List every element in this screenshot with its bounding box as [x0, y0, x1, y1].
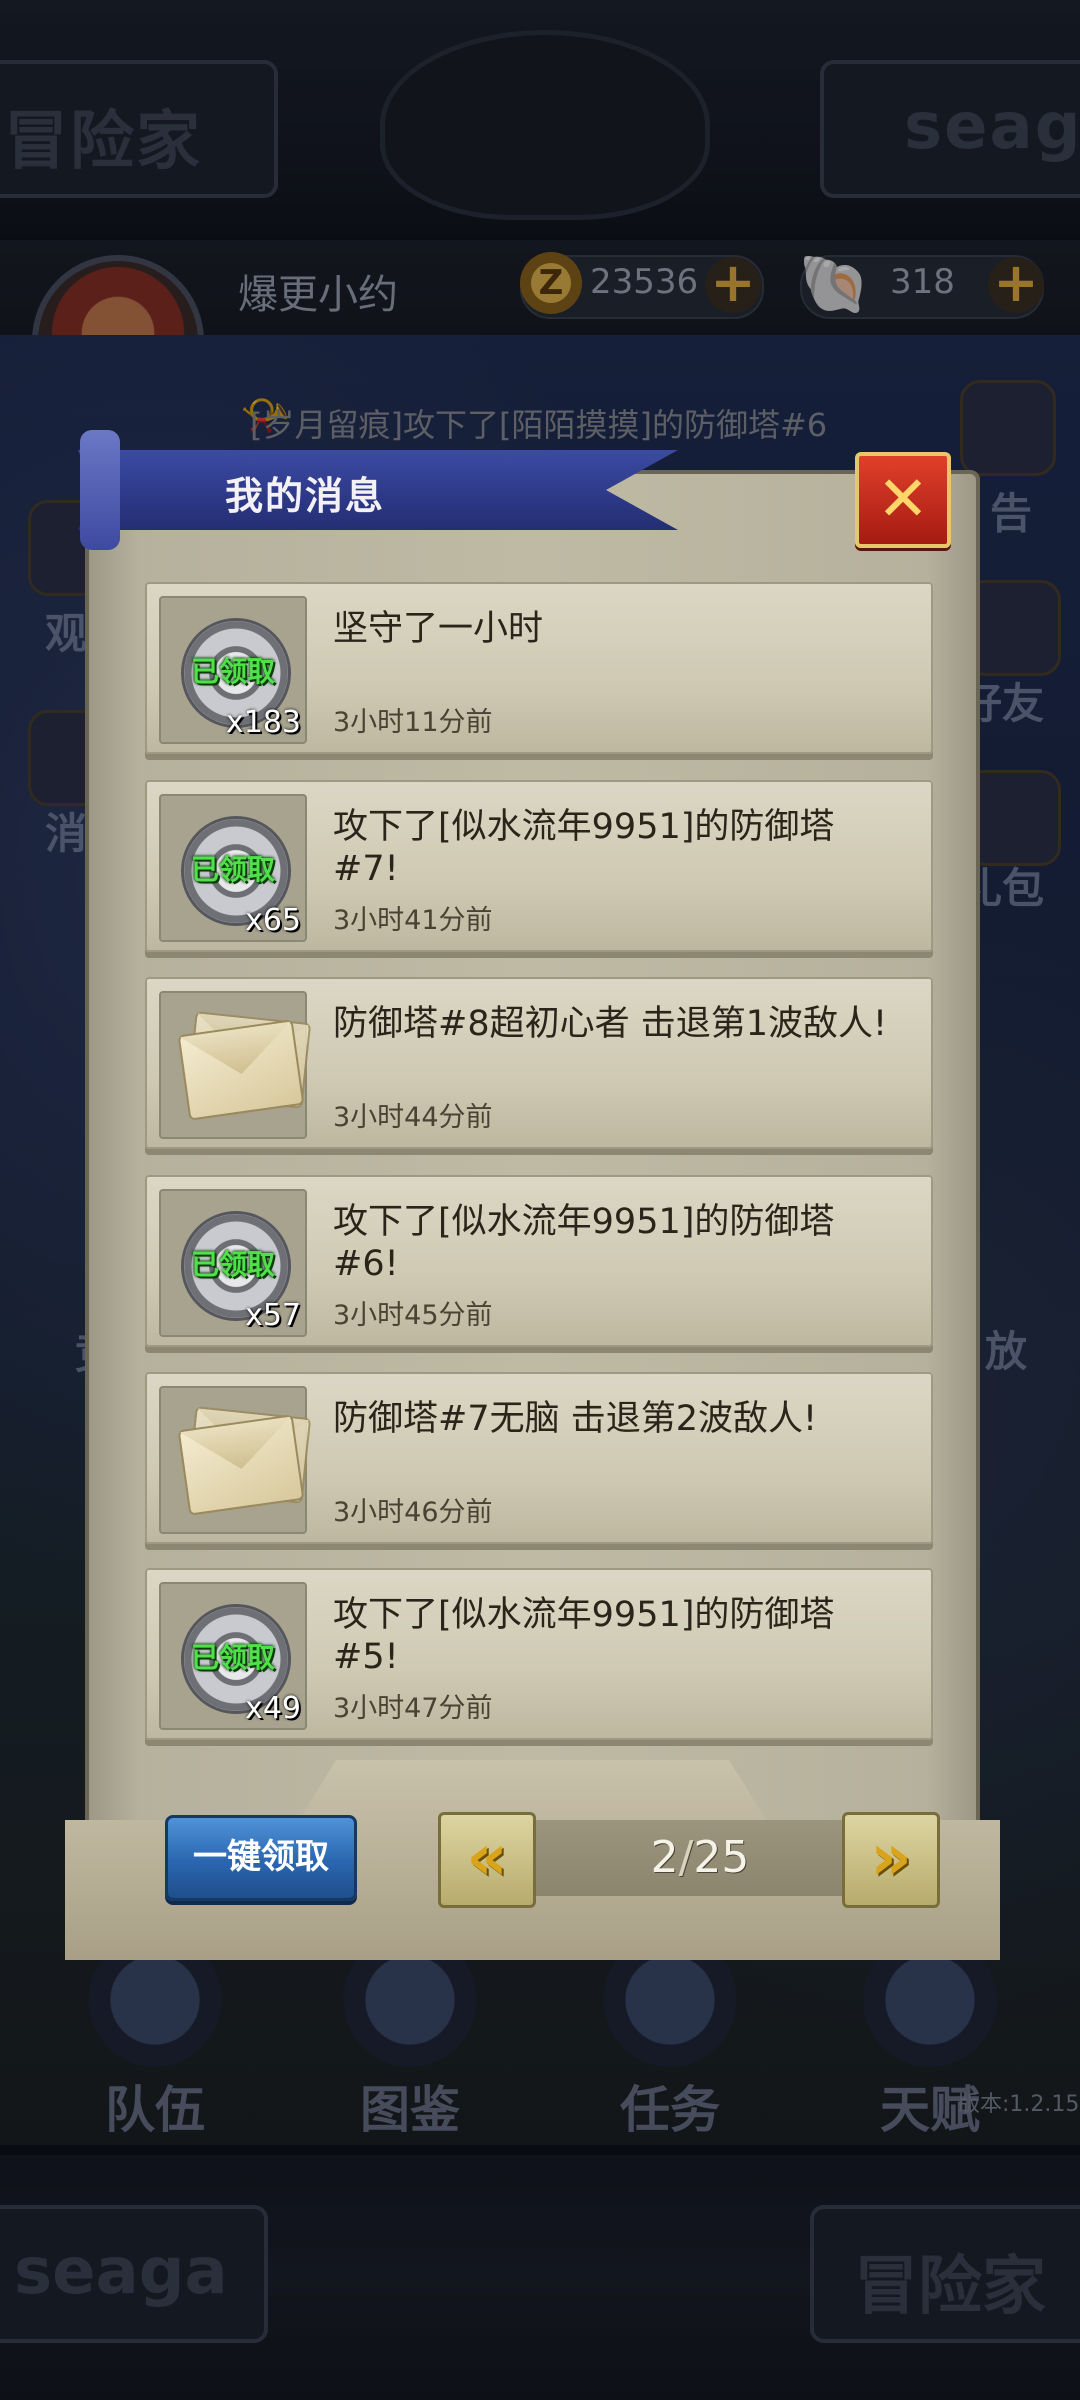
message-time: 3小时46分前 [333, 1497, 493, 1528]
envelope-icon [177, 1414, 305, 1516]
message-title: 坚守了一小时 [333, 609, 544, 649]
message-thumbnail: 已领取 x57 [159, 1189, 307, 1337]
message-time: 3小时44分前 [333, 1102, 493, 1133]
message-item[interactable]: 防御塔#7无脑 击退第2波敌人! 3小时46分前 [145, 1372, 933, 1544]
claimed-badge: 已领取 [190, 1248, 275, 1281]
message-title: 防御塔#7无脑 击退第2波敌人! [333, 1399, 818, 1439]
reward-count: x49 [245, 1691, 301, 1726]
message-time: 3小时47分前 [333, 1693, 493, 1724]
next-page-button[interactable]: » [842, 1812, 940, 1908]
message-thumbnail: 已领取 x49 [159, 1582, 307, 1730]
banner-scroll-end [80, 430, 120, 550]
reward-count: x57 [245, 1298, 301, 1333]
message-title: 攻下了[似水流年9951]的防御塔#7! [333, 807, 835, 889]
envelope-icon [177, 1019, 305, 1121]
message-time: 3小时41分前 [333, 905, 493, 936]
reward-count: x183 [225, 705, 301, 740]
message-item[interactable]: 已领取 x49 攻下了[似水流年9951]的防御塔#5! 3小时47分前 [145, 1568, 933, 1740]
message-title: 攻下了[似水流年9951]的防御塔#6! [333, 1202, 835, 1284]
message-thumbnail [159, 991, 312, 1139]
message-item[interactable]: 已领取 x57 攻下了[似水流年9951]的防御塔#6! 3小时45分前 [145, 1175, 933, 1347]
message-item[interactable]: 防御塔#8超初心者 击退第1波敌人! 3小时44分前 [145, 977, 933, 1149]
claimed-badge: 已领取 [190, 853, 275, 886]
message-time: 3小时45分前 [333, 1300, 493, 1331]
message-thumbnail: 已领取 x183 [159, 596, 307, 744]
reward-count: x65 [245, 903, 301, 938]
claim-all-button[interactable]: 一键领取 [165, 1815, 357, 1901]
claimed-badge: 已领取 [190, 1641, 275, 1674]
claimed-badge: 已领取 [190, 655, 275, 688]
dialog-title: 我的消息 [225, 474, 386, 518]
message-item[interactable]: 已领取 x65 攻下了[似水流年9951]的防御塔#7! 3小时41分前 [145, 780, 933, 952]
message-time: 3小时11分前 [333, 707, 493, 738]
message-thumbnail: 已领取 x65 [159, 794, 307, 942]
page-separator: / [678, 1832, 694, 1883]
message-item[interactable]: 已领取 x183 坚守了一小时 3小时11分前 [145, 582, 933, 754]
close-button[interactable]: ✕ [855, 452, 951, 548]
prev-page-button[interactable]: « [438, 1812, 536, 1908]
message-title: 防御塔#8超初心者 击退第1波敌人! [333, 1004, 888, 1044]
page-current: 2 [650, 1832, 679, 1883]
message-thumbnail [159, 1386, 312, 1534]
message-title: 攻下了[似水流年9951]的防御塔#5! [333, 1595, 835, 1677]
page-total: 25 [693, 1832, 750, 1883]
page-indicator: 2/25 [600, 1832, 800, 1883]
